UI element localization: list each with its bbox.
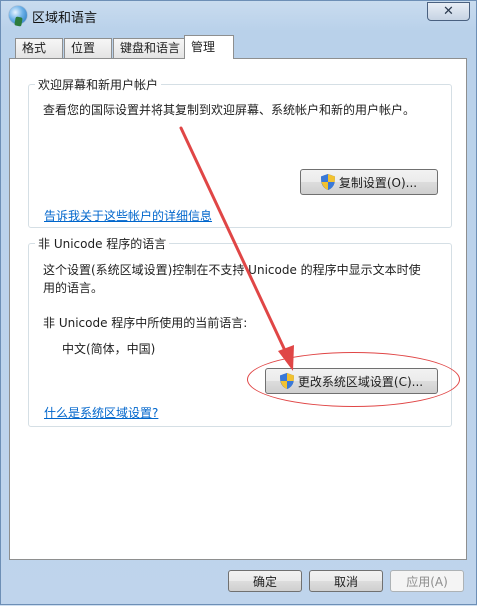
- dialog-window: 区域和语言 ✕ 格式 位置 键盘和语言 管理 欢迎屏幕和新用户帐户 查看您的国际…: [0, 0, 477, 605]
- annotation-arrow: [179, 126, 294, 371]
